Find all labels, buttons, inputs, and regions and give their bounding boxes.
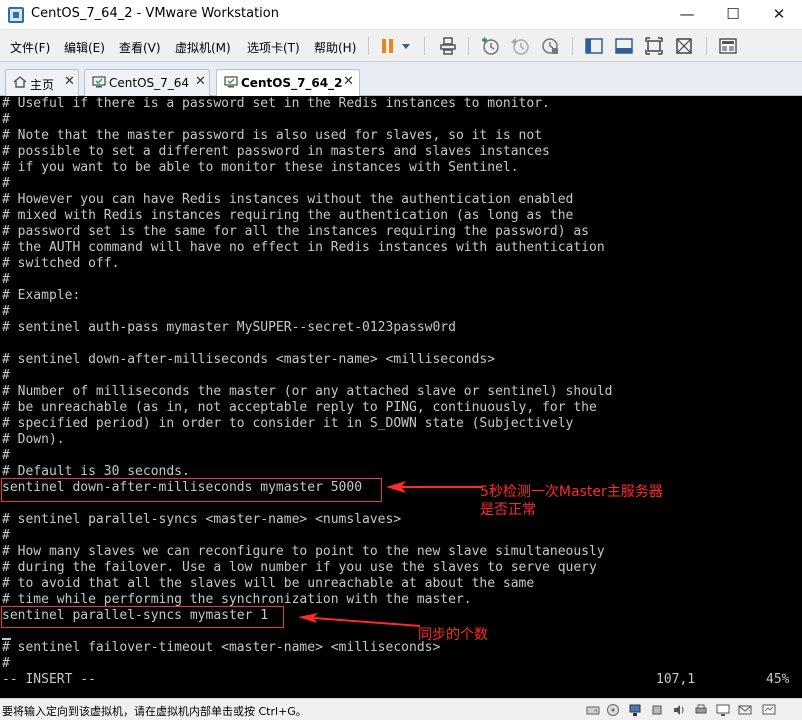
vm-icon [224, 76, 238, 88]
minimize-button[interactable]: — [664, 0, 710, 30]
tab-close-button[interactable]: ✕ [343, 74, 354, 89]
terminal-line: # [2, 448, 10, 463]
tab-label: CentOS_7_64_2 [241, 76, 343, 90]
snapshot-take-icon[interactable] [480, 36, 500, 56]
cursor-position: 107,1 [656, 672, 696, 687]
terminal-line: # However you can have Redis instances w… [2, 192, 574, 207]
terminal-line: # [2, 368, 10, 383]
menu-toolbar: 文件(F) 编辑(E) 查看(V) 虚拟机(M) 选项卡(T) 帮助(H) [0, 30, 802, 62]
terminal-line: # possible to set a different password i… [2, 144, 550, 159]
vm-icon [92, 76, 106, 88]
annotation-arrow [298, 613, 420, 627]
sound-icon[interactable] [672, 703, 686, 717]
activity-icon[interactable] [762, 703, 776, 717]
terminal-line: # Number of milliseconds the master (or … [2, 384, 613, 399]
annotation-parallel-syncs: 同步的个数 [418, 626, 488, 644]
message-icon[interactable] [738, 703, 752, 717]
terminal-line: # sentinel down-after-milliseconds <mast… [2, 352, 496, 367]
annotation-text: 同步的个数 [418, 627, 488, 643]
menu-view[interactable]: 查看(V) [119, 39, 161, 56]
toolbar-separator [424, 37, 425, 55]
status-message: 要将输入定向到该虚拟机，请在虚拟机内部单击或按 Ctrl+G。 [2, 705, 307, 718]
terminal-line: # sentinel auth-pass mymaster MySUPER--s… [2, 320, 456, 335]
maximize-button[interactable]: ☐ [710, 0, 756, 30]
network-icon[interactable] [628, 703, 642, 717]
toolbar-separator [572, 37, 573, 55]
sidebar-toggle-icon[interactable] [584, 36, 604, 56]
terminal-line: # password set is the same for all the i… [2, 224, 589, 239]
terminal-line: # sentinel parallel-syncs <master-name> … [2, 512, 402, 527]
snapshot-revert-icon[interactable] [510, 36, 530, 56]
home-icon [13, 76, 27, 88]
annotation-arrow [386, 481, 482, 493]
toolbar-separator [368, 37, 369, 55]
menu-edit[interactable]: 编辑(E) [64, 39, 105, 56]
library-view-icon[interactable] [718, 36, 738, 56]
terminal-line: # to avoid that all the slaves will be u… [2, 576, 535, 591]
terminal-line: # Useful if there is a password set in t… [2, 96, 550, 111]
close-button[interactable]: ✕ [756, 0, 802, 30]
tab-close-button[interactable]: ✕ [195, 74, 206, 89]
terminal-line: # [2, 528, 10, 543]
terminal-line: # specified period) in order to consider… [2, 416, 574, 431]
unity-icon[interactable] [674, 36, 694, 56]
toolbar-separator [468, 37, 469, 55]
fullscreen-icon[interactable] [644, 36, 664, 56]
console-view-icon[interactable] [614, 36, 634, 56]
tab-label: CentOS_7_64 [109, 76, 190, 90]
terminal-line: # Example: [2, 288, 81, 303]
printer-icon[interactable] [694, 703, 708, 717]
vm-console[interactable]: # Useful if there is a password set in t… [0, 96, 802, 698]
tab-vm-centos-2[interactable]: CentOS_7_64_2 ✕ [216, 69, 360, 97]
terminal-line: # [2, 176, 10, 191]
window-title: CentOS_7_64_2 - VMware Workstation [31, 6, 279, 21]
menu-vm[interactable]: 虚拟机(M) [175, 39, 231, 56]
tab-label: 主页 [30, 78, 55, 92]
tab-vm-centos[interactable]: CentOS_7_64 ✕ [84, 69, 210, 96]
terminal-line: # be unreachable (as in, not acceptable … [2, 400, 597, 415]
menu-tabs[interactable]: 选项卡(T) [247, 39, 300, 56]
terminal-line: # switched off. [2, 256, 120, 271]
terminal-line: # [2, 272, 10, 287]
snapshot-manager-icon[interactable] [540, 36, 560, 56]
vmware-app-icon [8, 7, 24, 23]
terminal-line: # [2, 112, 10, 127]
terminal-line: # sentinel failover-timeout <master-name… [2, 640, 441, 655]
annotation-text: 是否正常 [480, 502, 536, 518]
status-bar: 要将输入定向到该虚拟机，请在虚拟机内部单击或按 Ctrl+G。 [0, 698, 802, 720]
terminal-line: # during the failover. Use a low number … [2, 560, 597, 575]
tab-strip: 主页 ✕ CentOS_7_64 ✕ CentOS_7_64_2 ✕ [0, 62, 802, 97]
dropdown-arrow-icon[interactable] [400, 36, 412, 56]
terminal-line: # the AUTH command will have no effect i… [2, 240, 605, 255]
usb-icon[interactable] [650, 703, 664, 717]
highlight-box-down-after [1, 478, 382, 502]
tab-close-button[interactable]: ✕ [64, 74, 75, 89]
terminal-line: # mixed with Redis instances requiring t… [2, 208, 574, 223]
annotation-text: 5秒检测一次Master主服务器 [480, 484, 663, 500]
terminal-line: # [2, 656, 10, 671]
pause-icon[interactable] [378, 36, 398, 56]
terminal-line: # if you want to be able to monitor thes… [2, 160, 519, 175]
annotation-down-after: 5秒检测一次Master主服务器 是否正常 [480, 483, 663, 519]
send-ctrl-alt-del-icon[interactable] [438, 36, 458, 56]
scroll-percent: 45% [766, 672, 790, 687]
tab-home[interactable]: 主页 ✕ [5, 69, 79, 96]
terminal-line: # Down). [2, 432, 65, 447]
menu-help[interactable]: 帮助(H) [314, 39, 356, 56]
terminal-line: # How many slaves we can reconfigure to … [2, 544, 605, 559]
menu-file[interactable]: 文件(F) [10, 39, 50, 56]
vim-mode-indicator: -- INSERT -- [2, 672, 96, 687]
highlight-box-parallel-syncs [1, 606, 284, 628]
display-icon[interactable] [716, 703, 730, 717]
cdrom-icon[interactable] [606, 703, 620, 717]
hdd-icon[interactable] [586, 703, 600, 717]
title-bar: CentOS_7_64_2 - VMware Workstation — ☐ ✕ [0, 0, 802, 30]
terminal-line: # [2, 304, 10, 319]
terminal-line: # Note that the master password is also … [2, 128, 543, 143]
toolbar-separator [706, 37, 707, 55]
